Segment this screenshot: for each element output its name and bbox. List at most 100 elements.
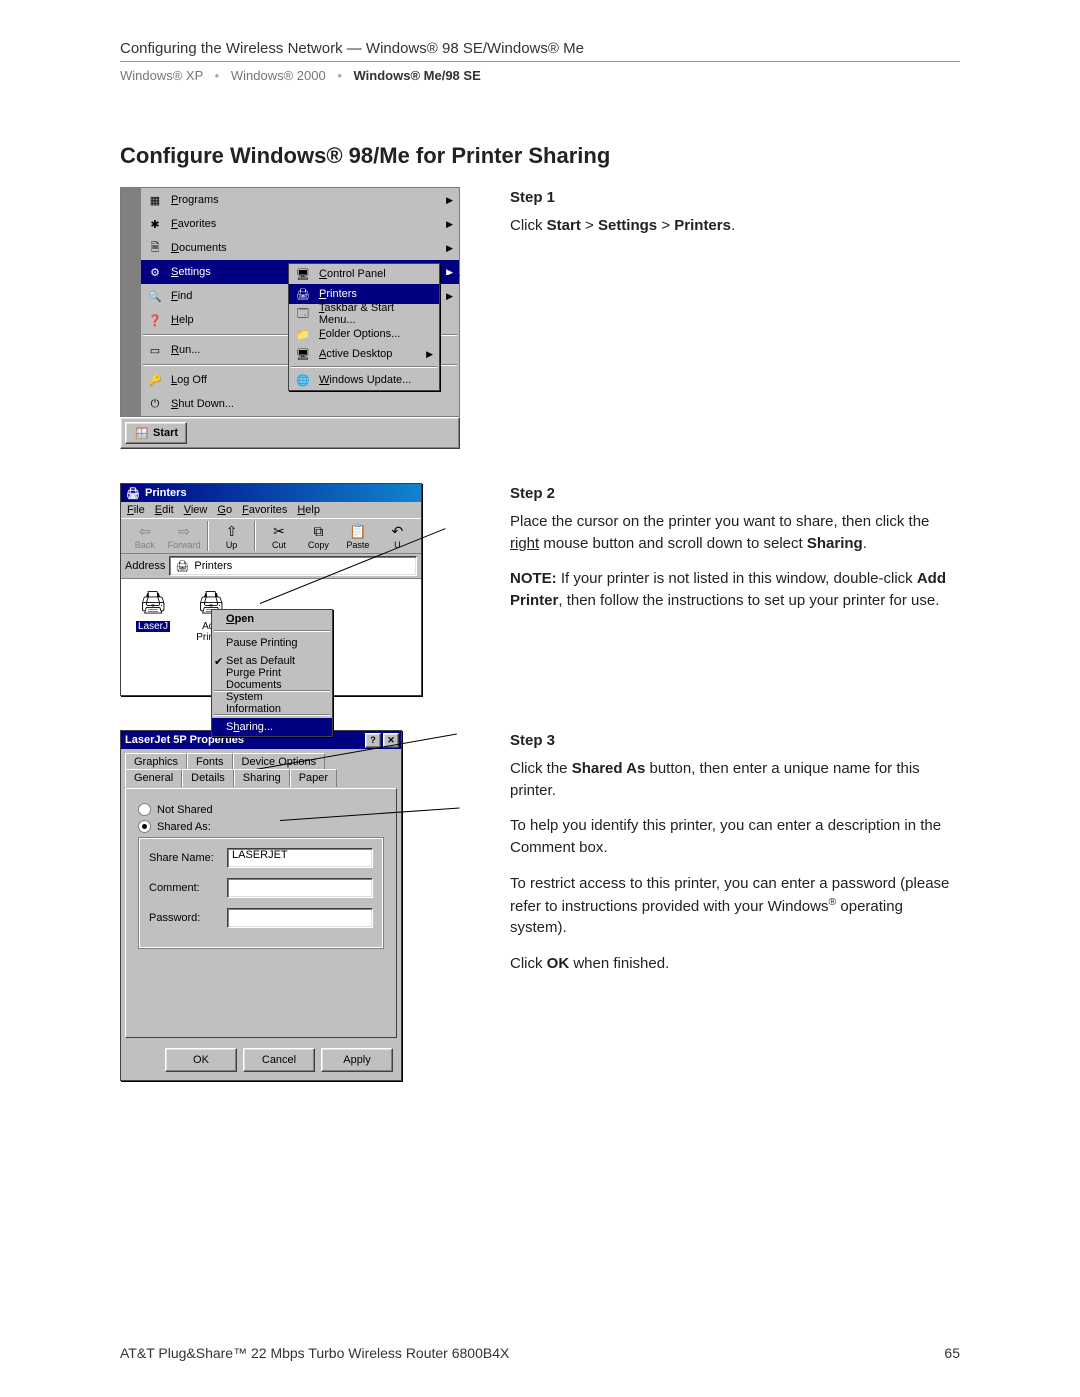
- apply-button[interactable]: Apply: [321, 1048, 393, 1072]
- context-menu-item[interactable]: Open: [212, 610, 332, 628]
- address-bar: Address 🖨 Printers: [121, 554, 421, 579]
- start-menu-stripe: [121, 188, 141, 416]
- breadcrumb: Windows® XP • Windows® 2000 • Windows® M…: [120, 68, 960, 83]
- toolbar-forward: ⇨Forward: [164, 523, 203, 550]
- step3-p3: To restrict access to this printer, you …: [510, 873, 960, 939]
- not-shared-radio[interactable]: Not Shared: [138, 803, 384, 816]
- settings-submenu-item[interactable]: 🖨Printers: [289, 284, 439, 304]
- start-item-icon: ❓: [147, 312, 163, 328]
- properties-dialog[interactable]: LaserJet 5P Properties ? ✕ GraphicsFonts…: [120, 730, 402, 1081]
- page-title: Configure Windows® 98/Me for Printer Sha…: [120, 143, 960, 169]
- start-button-label: Start: [153, 427, 178, 439]
- printers-window[interactable]: 🖨 Printers File Edit View Go Favorites Help ⇦…: [120, 483, 422, 696]
- tab-paper[interactable]: Paper: [290, 769, 337, 787]
- start-item-icon: 🗎: [147, 240, 163, 256]
- tab-graphics[interactable]: Graphics: [125, 753, 187, 770]
- tab-sharing[interactable]: Sharing: [234, 769, 290, 787]
- ok-button[interactable]: OK: [165, 1048, 237, 1072]
- shared-as-group: Share Name: LASERJET Comment: Password:: [138, 837, 384, 949]
- printers-client-area[interactable]: 🖨LaserJ🖨Add Printer OpenPause Printing✔S…: [121, 579, 421, 695]
- share-name-input[interactable]: LASERJET: [227, 848, 373, 868]
- start-item-icon: 🔑: [147, 372, 163, 388]
- start-menu-item-shutdown[interactable]: ⏻Shut Down...: [141, 392, 459, 416]
- step3-p4: Click OK when finished.: [510, 953, 960, 975]
- step1-label: Step 1: [510, 187, 960, 209]
- tab-fonts[interactable]: Fonts: [187, 753, 233, 770]
- context-menu-item[interactable]: Pause Printing: [212, 634, 332, 652]
- start-item-label: Log Off: [171, 374, 207, 386]
- toolbar-u[interactable]: ↶U: [378, 523, 417, 550]
- start-item-icon: ▭: [147, 342, 163, 358]
- folder-icon: 🖨: [174, 558, 190, 574]
- printers-menubar[interactable]: File Edit View Go Favorites Help: [121, 502, 421, 518]
- printers-toolbar[interactable]: ⇦Back⇨Forward ⇧Up ✂Cut⧉Copy📋Paste↶U: [121, 518, 421, 554]
- chevron-right-icon: ▶: [446, 267, 453, 278]
- submenu-item-icon: 🖥: [295, 346, 311, 362]
- menu-help[interactable]: Help: [297, 504, 320, 516]
- step2-note: NOTE: If your printer is not listed in t…: [510, 568, 960, 612]
- toolbar-back: ⇦Back: [125, 523, 164, 550]
- step2-text: Place the cursor on the printer you want…: [510, 511, 960, 555]
- chevron-right-icon: ▶: [446, 243, 453, 254]
- tab-details[interactable]: Details: [182, 769, 234, 787]
- taskbar: 🪟 Start: [120, 417, 460, 449]
- context-menu-item[interactable]: Sharing...: [212, 718, 332, 736]
- tab-general[interactable]: General: [125, 769, 182, 787]
- chevron-right-icon: ▶: [446, 291, 453, 302]
- chevron-right-icon: ▶: [446, 219, 453, 230]
- start-item-label: Settings: [171, 266, 211, 278]
- breadcrumb-2000: Windows® 2000: [231, 68, 326, 83]
- printers-title: Printers: [145, 487, 187, 499]
- help-button[interactable]: ?: [365, 733, 381, 748]
- start-menu-item-documents[interactable]: 🗎Documents▶: [141, 236, 459, 260]
- tabs-row-top[interactable]: GraphicsFontsDevice Options: [121, 749, 401, 770]
- password-label: Password:: [149, 912, 219, 924]
- close-button[interactable]: ✕: [383, 733, 399, 748]
- toolbar-cut[interactable]: ✂Cut: [259, 523, 298, 550]
- breadcrumb-me98: Windows® Me/98 SE: [354, 68, 481, 83]
- password-input[interactable]: [227, 908, 373, 928]
- start-button[interactable]: 🪟 Start: [125, 422, 187, 444]
- menu-file[interactable]: File: [127, 504, 145, 516]
- address-field[interactable]: 🖨 Printers: [169, 556, 417, 576]
- tabs-row-bottom[interactable]: GeneralDetailsSharingPaper: [121, 770, 401, 788]
- step3-label: Step 3: [510, 730, 960, 752]
- settings-submenu-item[interactable]: 🖥Active Desktop▶: [289, 344, 439, 364]
- start-item-icon: ⚙: [147, 264, 163, 280]
- settings-submenu[interactable]: 🖥Control Panel🖨Printers🗔Taskbar & Start …: [288, 263, 440, 391]
- menu-view[interactable]: View: [184, 504, 208, 516]
- tab-device-options[interactable]: Device Options: [233, 753, 326, 770]
- context-menu-item[interactable]: Purge Print Documents: [212, 670, 332, 688]
- printers-title-icon: 🖨: [125, 485, 141, 501]
- printer-item[interactable]: 🖨LaserJ: [129, 587, 177, 632]
- comment-label: Comment:: [149, 882, 219, 894]
- toolbar-paste[interactable]: 📋Paste: [338, 523, 377, 550]
- settings-submenu-item[interactable]: 🗔Taskbar & Start Menu...: [289, 304, 439, 324]
- header-section: Configuring the Wireless Network — Windo…: [120, 40, 960, 62]
- start-menu-item-favorites[interactable]: ✱Favorites▶: [141, 212, 459, 236]
- submenu-item-label: Taskbar & Start Menu...: [319, 302, 433, 326]
- footer-model: AT&T Plug&Share™ 22 Mbps Turbo Wireless …: [120, 1345, 509, 1361]
- radio-icon: [138, 803, 151, 816]
- submenu-item-label: Active Desktop: [319, 348, 392, 360]
- menu-go[interactable]: Go: [217, 504, 232, 516]
- shared-as-radio[interactable]: Shared As:: [138, 820, 384, 833]
- context-menu-item[interactable]: System Information: [212, 694, 332, 712]
- cancel-button[interactable]: Cancel: [243, 1048, 315, 1072]
- submenu-item-icon: 🖨: [295, 286, 311, 302]
- submenu-item-label: Windows Update...: [319, 374, 411, 386]
- toolbar-copy[interactable]: ⧉Copy: [299, 523, 338, 550]
- toolbar-up[interactable]: ⇧Up: [212, 523, 251, 550]
- printer-context-menu[interactable]: OpenPause Printing✔Set as DefaultPurge P…: [211, 609, 333, 737]
- comment-input[interactable]: [227, 878, 373, 898]
- menu-edit[interactable]: Edit: [155, 504, 174, 516]
- submenu-item-label: Control Panel: [319, 268, 386, 280]
- start-menu-item-programs[interactable]: ▦Programs▶: [141, 188, 459, 212]
- page-footer: AT&T Plug&Share™ 22 Mbps Turbo Wireless …: [120, 1345, 960, 1361]
- menu-favorites[interactable]: Favorites: [242, 504, 287, 516]
- settings-submenu-item[interactable]: 🌐Windows Update...: [289, 370, 439, 390]
- settings-submenu-item[interactable]: 📁Folder Options...: [289, 324, 439, 344]
- start-item-label: Programs: [171, 194, 219, 206]
- settings-submenu-item[interactable]: 🖥Control Panel: [289, 264, 439, 284]
- step3-p2: To help you identify this printer, you c…: [510, 815, 960, 859]
